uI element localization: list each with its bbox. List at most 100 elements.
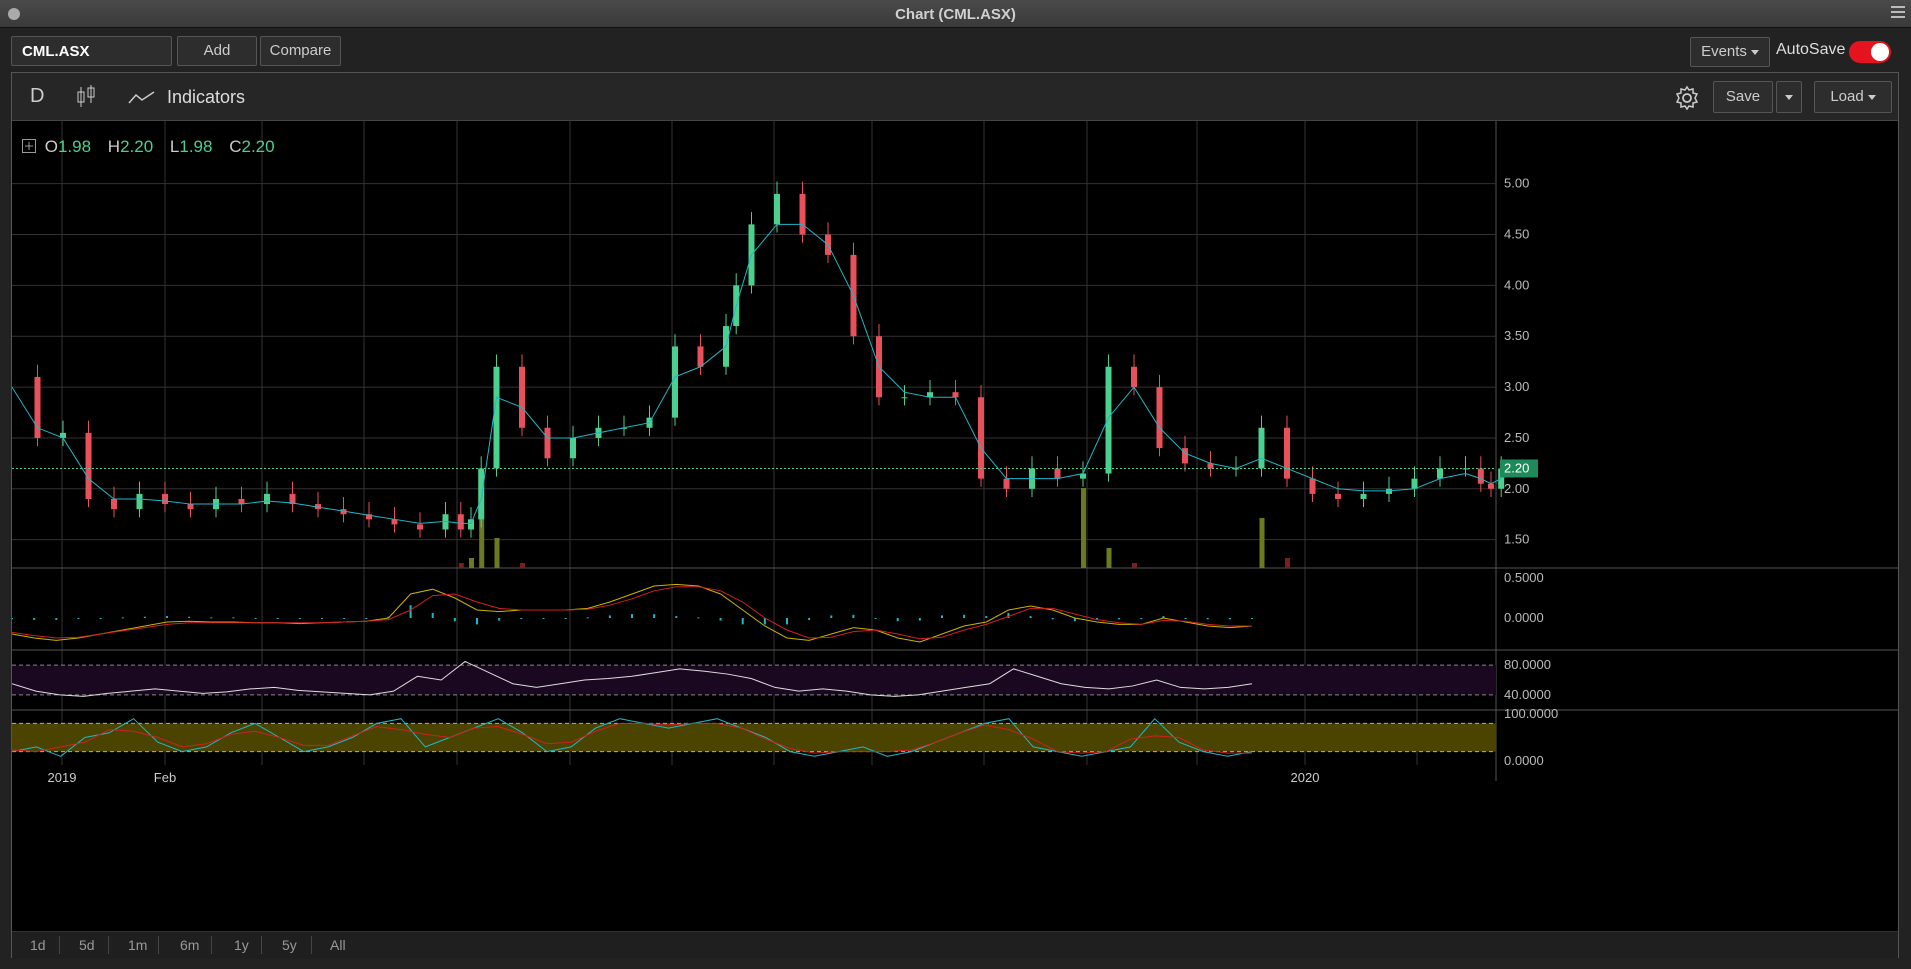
rsi-tick-label: 40.0000	[1504, 687, 1551, 702]
macd-histogram-bar	[1206, 618, 1209, 620]
macd-histogram-bar	[719, 618, 722, 621]
save-button[interactable]: Save	[1713, 81, 1773, 113]
macd-histogram-bar	[99, 618, 102, 619]
macd-histogram-bar	[852, 614, 855, 618]
chart-canvas[interactable]: 5.00 4.50 4.00 3.50 3.00 2.50 2.00 1.50 2.20 2019…	[12, 121, 1898, 931]
macd-histogram-bar	[343, 618, 346, 619]
candle-body	[1488, 483, 1494, 489]
candle-body	[1156, 387, 1163, 449]
chart-area[interactable]: D Indicators Save Load 5.00 4.50 4.00 3.50 3…	[11, 72, 1899, 959]
chevron-down-icon	[1750, 49, 1759, 55]
autosave-label: AutoSave	[1776, 41, 1846, 58]
symbol-input[interactable]: CML.ASX	[11, 36, 172, 66]
macd-histogram-bar	[232, 617, 235, 619]
macd-histogram-bar	[542, 618, 545, 619]
candle-body	[1105, 366, 1112, 474]
toggle-knob	[1871, 43, 1889, 61]
main-toolbar: CML.ASX Add Compare Events AutoSave	[0, 30, 1911, 72]
macd-histogram-bar	[210, 617, 213, 619]
macd-histogram-bar	[941, 615, 943, 618]
range-1d[interactable]: 1d	[30, 937, 46, 953]
macd-histogram-bar	[143, 616, 146, 618]
chart-window: Chart (CML.ASX) CML.ASX Add Compare Even…	[0, 0, 1911, 969]
expand-icon[interactable]	[22, 139, 36, 153]
range-1y[interactable]: 1y	[234, 937, 249, 953]
low-label: L	[169, 137, 180, 156]
macd-histogram-bar	[121, 617, 124, 619]
macd-histogram-bar	[564, 618, 567, 619]
macd-histogram-bar	[33, 618, 36, 620]
macd-histogram-bar	[166, 616, 168, 618]
volume-bar	[1132, 563, 1137, 568]
indicators-button[interactable]: Indicators	[167, 87, 245, 108]
compare-button[interactable]: Compare	[260, 36, 341, 66]
y-tick-label: 3.00	[1504, 379, 1529, 394]
candle-body	[238, 498, 245, 505]
macd-histogram-bar	[786, 618, 788, 625]
candle-body	[136, 493, 143, 510]
macd-histogram-bar	[985, 616, 988, 618]
candle-body	[570, 437, 576, 459]
moving-average-line	[12, 223, 1502, 524]
macd-tick-label: 0.0000	[1504, 610, 1544, 625]
candle-body	[85, 432, 92, 499]
y-tick-label: 3.50	[1504, 328, 1529, 343]
y-tick-label: 5.00	[1504, 176, 1529, 191]
volume-bar	[458, 563, 464, 568]
range-6m[interactable]: 6m	[180, 937, 199, 953]
macd-histogram-bar	[608, 615, 611, 618]
chevron-down-icon	[1867, 94, 1876, 100]
macd-histogram-bar	[896, 618, 899, 622]
candlestick-icon[interactable]	[76, 85, 98, 109]
candle-body	[468, 519, 474, 530]
high-label: H	[107, 137, 121, 156]
period-selector[interactable]: D	[30, 85, 44, 108]
candle-body	[519, 366, 525, 428]
macd-histogram-bar	[1251, 618, 1253, 619]
candle-body	[1411, 478, 1418, 489]
range-1m[interactable]: 1m	[128, 937, 147, 953]
range-5y[interactable]: 5y	[282, 937, 297, 953]
gear-icon[interactable]	[1674, 85, 1700, 111]
load-dropdown[interactable]: Load	[1814, 81, 1892, 113]
stochastic-tick-label: 0.0000	[1504, 753, 1544, 768]
y-tick-label: 1.50	[1504, 532, 1529, 547]
ohlc-readout: O1.98 H2.20 L1.98 C2.20	[22, 137, 287, 157]
chevron-down-icon	[1785, 94, 1793, 100]
candle-body	[111, 498, 117, 510]
macd-histogram-bar	[1228, 618, 1231, 620]
load-label: Load	[1830, 88, 1864, 105]
save-options-button[interactable]	[1776, 81, 1802, 113]
open-label: O	[44, 137, 58, 156]
volume-bar	[1106, 548, 1112, 568]
volume-bar	[1081, 488, 1086, 568]
range-separator	[59, 936, 60, 954]
add-button[interactable]: Add	[177, 36, 257, 66]
macd-histogram-bar	[963, 614, 966, 618]
macd-histogram-bar	[55, 618, 58, 620]
macd-histogram-bar	[77, 618, 80, 619]
macd-histogram-bar	[1007, 612, 1010, 618]
volume-bar	[1259, 518, 1265, 568]
window-menu-icon[interactable]	[1891, 6, 1905, 20]
volume-bar	[520, 563, 525, 568]
candle-body	[799, 193, 806, 235]
range-separator	[108, 936, 109, 954]
macd-histogram-bar	[476, 618, 478, 625]
volume-bar	[1285, 558, 1290, 568]
macd-histogram-bar	[874, 618, 877, 619]
chart-toolbar: D Indicators Save Load	[12, 73, 1898, 121]
candle-body	[901, 397, 908, 399]
candle-body	[478, 468, 485, 520]
macd-histogram-bar	[1029, 616, 1032, 618]
range-all[interactable]: All	[330, 937, 346, 953]
low-value: 1.98	[179, 137, 213, 156]
macd-histogram-bar	[188, 616, 191, 618]
macd-histogram-bar	[298, 618, 301, 619]
range-5d[interactable]: 5d	[79, 937, 95, 953]
events-dropdown[interactable]: Events	[1690, 37, 1770, 67]
autosave-toggle[interactable]	[1849, 41, 1891, 63]
candle-body	[1360, 493, 1367, 499]
range-separator	[158, 936, 159, 954]
candle-body	[672, 346, 678, 418]
